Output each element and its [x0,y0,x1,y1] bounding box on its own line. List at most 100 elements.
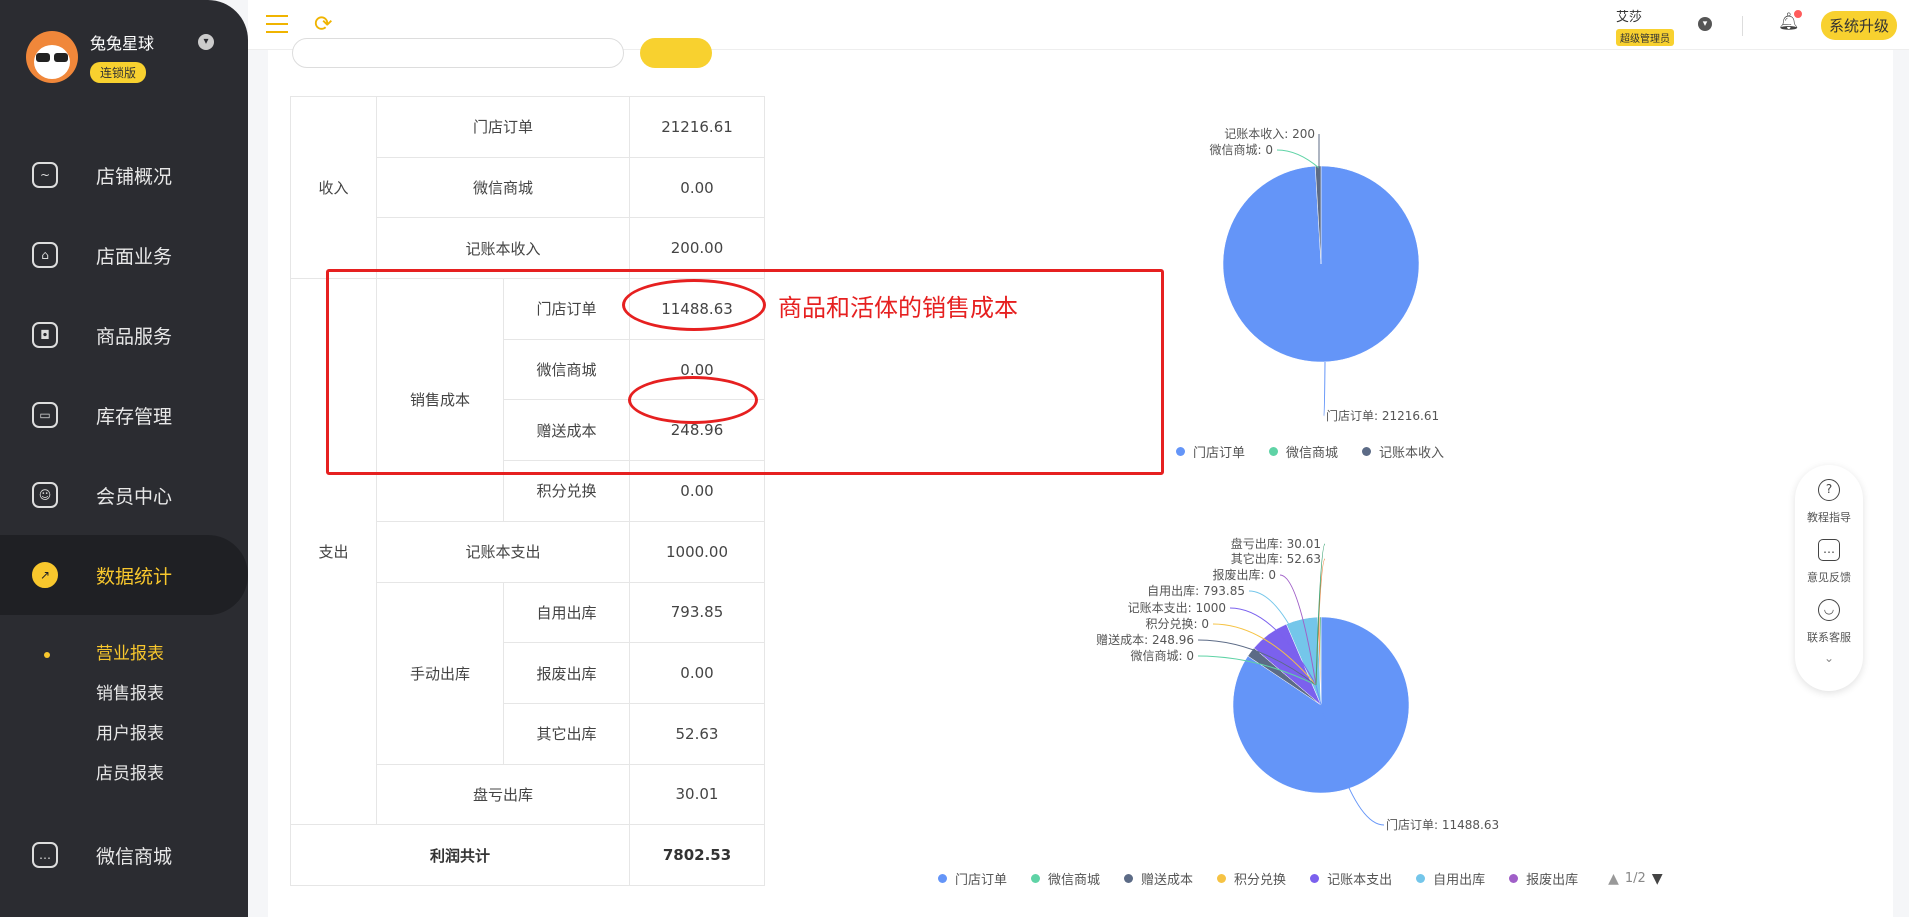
chart-legend-income: 门店订单 微信商城 记账本收入 [1176,442,1468,461]
legend-dot [1031,874,1041,883]
sidebar-item-product-service[interactable]: ◘ 商品服务 [0,295,248,375]
pie-data-label: 门店订单: 21216.61 [1326,408,1439,423]
legend-dot [1362,447,1372,456]
legend-item[interactable]: 记账本收入 [1362,442,1444,461]
legend-label: 微信商城 [1286,446,1339,461]
pie-data-label: 微信商城: 0 [1131,648,1195,663]
legend-item[interactable]: 赠送成本 [1124,869,1193,888]
pie-data-label: 积分兑换: 0 [1146,617,1210,631]
pie-data-label: 自用出库: 793.85 [1147,583,1245,598]
legend-item[interactable]: 记账本支出 [1310,869,1392,888]
sidebar-item-wechat-mall[interactable]: … 微信商城 [0,815,248,895]
legend-dot [1269,447,1279,456]
legend-item[interactable]: 微信商城 [1269,442,1338,461]
main-content: 收入 门店订单 21216.61 微信商城 0.00 记账本收入 200.00 … [268,38,1893,917]
service-button[interactable]: ◡ 联系客服 [1795,599,1863,645]
sidebar-item-label: 店铺概况 [96,165,173,188]
legend-label: 门店订单 [955,873,1008,888]
legend-label: 积分兑换 [1234,873,1287,888]
profile: 兔兔星球 连锁版 [26,30,154,83]
member-icon: ☺ [32,482,58,508]
home-icon: ⌂ [32,242,58,268]
legend-label: 赠送成本 [1141,873,1194,888]
legend-label: 记账本支出 [1327,873,1393,888]
legend-item[interactable]: 门店订单 [938,869,1007,888]
avatar[interactable] [26,30,78,83]
subnav-item-business-report[interactable]: 营业报表 [0,634,248,674]
legend-dot [938,874,947,883]
pie-data-label: 微信商城: 0 [1210,142,1274,157]
pie-data-label: 盘亏出库: 30.01 [1231,536,1321,551]
bag-icon: ◘ [32,322,58,348]
feedback-label: 意见反馈 [1807,571,1851,584]
help-icon: ? [1818,479,1840,501]
chart-legend-expense: 门店订单 微信商城 赠送成本 积分兑换 记账本支出 自用出库 报废出库 ▲ 1/2 ▼ [938,869,1669,888]
box-icon: ▭ [32,402,58,428]
pie-data-label: 赠送成本: 248.96 [1096,632,1194,647]
legend-dot [1310,874,1320,883]
pie-data-label: 记账本收入: 200 [1224,127,1315,141]
user-role-badge: 超级管理员 [1616,29,1674,46]
service-label: 联系客服 [1807,631,1851,644]
pie-label-line [1323,361,1326,417]
legend-label: 微信商城 [1048,873,1101,888]
subnav-item-user-report[interactable]: 用户报表 [0,714,248,754]
sidebar-item-label: 微信商城 [96,845,173,868]
legend-dot [1217,874,1227,883]
legend-item[interactable]: 门店订单 [1176,442,1245,461]
chat-icon: … [32,842,58,868]
legend-dot [1416,874,1426,883]
chevron-down-icon[interactable]: ▾ [1698,17,1712,31]
sidebar-item-label: 店面业务 [96,245,173,268]
legend-dot [1509,874,1519,883]
legend-label: 报废出库 [1526,873,1579,888]
pie-data-label: 门店订单: 11488.63 [1386,817,1499,832]
pie-label-line [1276,149,1320,169]
sidebar-item-label: 商品服务 [96,325,173,348]
legend-item[interactable]: 微信商城 [1031,869,1100,888]
menu-icon[interactable] [266,15,288,33]
legend-next-icon[interactable]: ▼ [1652,871,1663,887]
tutorial-button[interactable]: ? 教程指导 [1795,479,1863,525]
main-nav: ~ 店铺概况 ⌂ 店面业务 ◘ 商品服务 ▭ 库存管理 ☺ 会员中心 ↗ 数据统… [0,135,248,615]
bottom-nav: … 微信商城 [0,815,248,895]
legend-item[interactable]: 报废出库 [1509,869,1578,888]
sidebar-item-store-business[interactable]: ⌂ 店面业务 [0,215,248,295]
sidebar-item-data-stats[interactable]: ↗ 数据统计 [0,535,248,615]
legend-item[interactable]: 自用出库 [1416,869,1485,888]
legend-item[interactable]: 积分兑换 [1217,869,1286,888]
pie-data-label: 记账本支出: 1000 [1128,601,1226,615]
sidebar-item-store-overview[interactable]: ~ 店铺概况 [0,135,248,215]
divider [1742,16,1743,36]
refresh-icon[interactable]: ⟳ [314,12,332,37]
sidebar-item-label: 会员中心 [96,485,173,508]
service-icon: ◡ [1818,599,1840,621]
sidebar-item-inventory[interactable]: ▭ 库存管理 [0,375,248,455]
subnav-item-staff-report[interactable]: 店员报表 [0,754,248,794]
legend-label: 自用出库 [1433,873,1486,888]
legend-dot [1176,447,1185,456]
feedback-icon: … [1818,539,1840,561]
legend-pager: ▲ 1/2 ▼ [1602,871,1668,887]
legend-prev-icon[interactable]: ▲ [1608,871,1619,887]
legend-page-number: 1/2 [1624,871,1646,886]
sidebar-item-member-center[interactable]: ☺ 会员中心 [0,455,248,535]
profile-name: 兔兔星球 [90,34,155,53]
chevron-down-icon[interactable]: ⌄ [1795,651,1863,665]
user-info[interactable]: 艾莎 超级管理员 [1616,6,1674,46]
edition-badge: 连锁版 [90,62,147,83]
legend-label: 门店订单 [1193,446,1246,461]
help-panel: ? 教程指导 … 意见反馈 ◡ 联系客服 ⌄ [1795,465,1863,691]
feedback-button[interactable]: … 意见反馈 [1795,539,1863,585]
subnav-item-sales-report[interactable]: 销售报表 [0,674,248,714]
pie-charts: 门店订单: 21216.61微信商城: 0记账本收入: 200门店订单: 114… [1096,127,1499,832]
chart-icon: ↗ [32,562,58,588]
upgrade-button[interactable]: 系统升级 [1821,11,1898,40]
sidebar: 兔兔星球 连锁版 ▾ ~ 店铺概况 ⌂ 店面业务 ◘ 商品服务 ▭ 库存管理 ☺… [0,0,248,917]
pie-data-label: 其它出库: 52.63 [1231,551,1321,566]
chevron-down-icon[interactable]: ▾ [198,34,214,50]
sub-nav: 营业报表 销售报表 用户报表 店员报表 [0,634,248,794]
user-name: 艾莎 [1616,10,1643,25]
pie-data-label: 报废出库: 0 [1213,567,1277,582]
sidebar-item-label: 数据统计 [96,565,173,588]
